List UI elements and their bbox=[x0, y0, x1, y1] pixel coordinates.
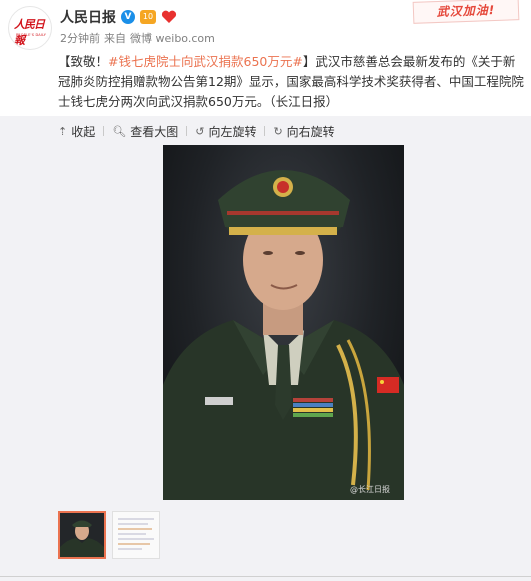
heart-icon[interactable] bbox=[161, 10, 177, 24]
document-line bbox=[118, 528, 152, 530]
post-time-link[interactable]: 2分钟前 bbox=[60, 30, 100, 46]
document-line bbox=[118, 543, 150, 545]
magnifier-icon: 🔍︎ bbox=[112, 124, 127, 138]
campaign-stamp: 武汉加油! bbox=[412, 0, 520, 24]
collapse-label: 收起 bbox=[71, 124, 96, 139]
document-line bbox=[118, 533, 146, 535]
thumbnail-strip bbox=[58, 511, 160, 559]
source-prefix: 来自 bbox=[104, 32, 126, 45]
rotate-right-button[interactable]: ↻ 向右旋转 bbox=[273, 123, 334, 140]
thumbnail-portrait bbox=[60, 513, 104, 557]
divider-line bbox=[0, 576, 531, 577]
collapse-button[interactable]: ⇡ 收起 bbox=[58, 123, 95, 140]
rotate-left-label: 向左旋转 bbox=[208, 124, 257, 139]
thumbnail-document[interactable] bbox=[112, 511, 160, 559]
toolbar-divider bbox=[264, 126, 266, 136]
document-line bbox=[118, 538, 154, 540]
post-source-link[interactable]: 微博 weibo.com bbox=[130, 30, 215, 46]
account-logo-text: 人民日報 bbox=[14, 18, 45, 47]
account-logo-subtitle: PEOPLE'S DAILY bbox=[16, 33, 47, 37]
toolbar-divider bbox=[186, 126, 188, 136]
media-panel: ⇡ 收起 🔍︎ 查看大图 ↺ 向左旋转 ↻ 向右旋转 @长江日报 bbox=[0, 116, 531, 581]
rotate-right-icon: ↻ bbox=[273, 124, 283, 138]
rotate-left-icon: ↺ bbox=[195, 124, 205, 138]
arrow-up-icon: ⇡ bbox=[58, 124, 68, 138]
media-toolbar: ⇡ 收起 🔍︎ 查看大图 ↺ 向左旋转 ↻ 向右旋转 bbox=[58, 122, 335, 140]
weibo-post-card: 人民日報 PEOPLE'S DAILY 人民日报 V 10 2分钟前 来自 微博… bbox=[0, 0, 531, 581]
toolbar-divider bbox=[103, 126, 105, 136]
post-text: 【致敬！#钱七虎院士向武汉捐款650万元#】武汉市慈善总会最新发布的《关于新冠肺… bbox=[58, 52, 526, 112]
post-meta: 2分钟前 来自 微博 weibo.com bbox=[60, 30, 215, 46]
view-large-button[interactable]: 🔍︎ 查看大图 bbox=[112, 123, 178, 140]
level-badge-icon[interactable]: 10 bbox=[140, 10, 156, 24]
document-line bbox=[118, 518, 154, 520]
account-name[interactable]: 人民日报 bbox=[60, 7, 116, 27]
post-text-prefix: 【致敬！ bbox=[58, 54, 109, 69]
thumbnail-photo[interactable] bbox=[58, 511, 106, 559]
campaign-stamp-text: 武汉加油! bbox=[436, 2, 496, 20]
main-photo[interactable]: @长江日报 bbox=[163, 145, 404, 500]
rotate-left-button[interactable]: ↺ 向左旋转 bbox=[195, 123, 256, 140]
topic-link[interactable]: #钱七虎院士向武汉捐款650万元# bbox=[108, 54, 303, 69]
account-name-row: 人民日报 V 10 bbox=[60, 8, 177, 26]
action-bar-divider bbox=[0, 576, 531, 581]
avatar[interactable]: 人民日報 PEOPLE'S DAILY bbox=[8, 6, 52, 50]
photo-watermark: @长江日报 bbox=[350, 485, 390, 494]
rotate-right-label: 向右旋转 bbox=[286, 124, 335, 139]
document-line bbox=[118, 548, 142, 550]
view-large-label: 查看大图 bbox=[130, 124, 179, 139]
portrait-illustration bbox=[163, 170, 404, 500]
verified-icon[interactable]: V bbox=[121, 10, 135, 24]
document-line bbox=[118, 523, 148, 525]
